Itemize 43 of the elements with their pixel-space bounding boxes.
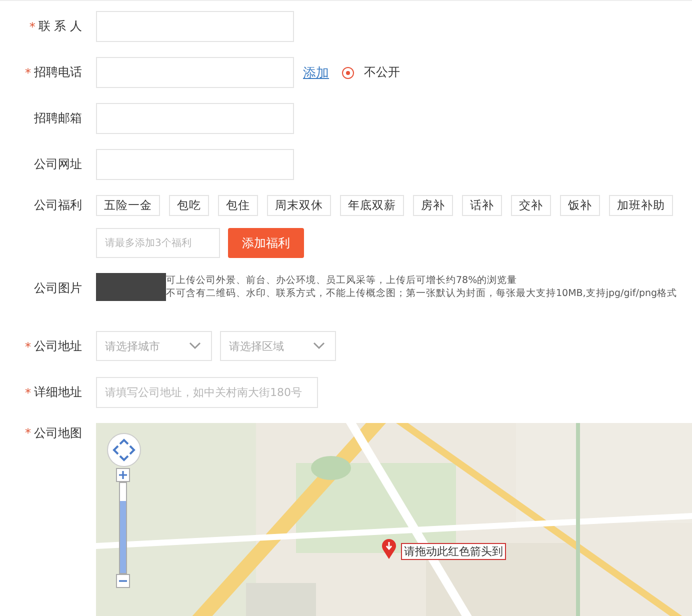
field-label: 公司地址 [34,338,82,355]
input-field[interactable] [96,149,294,180]
hint-text: 可上传公司外景、前台、办公环境、员工风采等，上传后可增长约78%的浏览量 [166,274,518,287]
zoom-slider[interactable] [119,482,127,574]
zoom-in-button[interactable] [116,468,130,482]
field-label: 公司网址 [34,156,82,173]
field-label: 公司图片 [34,280,82,296]
map-pin-icon[interactable] [381,538,397,560]
radio-button[interactable] [342,66,354,78]
field-label: 公司地图 [34,424,82,442]
input-field[interactable] [96,11,294,42]
hint-text: 不可含有二维码、水印、联系方式，不能上传概念图；第一张默认为封面，每张最大支持10MB,支持jpg/gif/png格式 [166,287,678,300]
benefit-tag[interactable]: 房补 [413,195,453,216]
plus-icon [118,470,128,480]
benefit-input[interactable]: 请最多添加3个福利 [96,228,220,258]
required-mark: * [25,386,31,400]
field-label: 招聘邮箱 [34,110,82,127]
chevron-down-icon [189,342,201,350]
required-mark: * [25,66,31,80]
radio-label: 不公开 [364,64,400,81]
benefit-tag[interactable]: 包吃 [169,195,209,216]
input-field[interactable] [96,57,294,88]
benefit-tag[interactable]: 话补 [462,195,502,216]
required-mark: * [25,340,31,354]
benefit-tag[interactable]: 年底双薪 [340,195,404,216]
field-label: 联 系 人 [38,18,82,35]
benefit-tag[interactable]: 包住 [218,195,258,216]
benefit-tag[interactable]: 饭补 [560,195,600,216]
input-field[interactable] [96,103,294,134]
field-label: 公司福利 [34,196,82,214]
benefit-tag[interactable]: 交补 [511,195,551,216]
chevron-down-icon [313,342,325,350]
field-label: 详细地址 [34,384,82,401]
required-mark: * [25,426,31,440]
required-mark: * [29,20,36,34]
benefit-tag[interactable]: 加班补助 [609,195,673,216]
add-link[interactable]: 添加 [303,64,329,82]
zoom-out-button[interactable] [116,574,130,588]
benefit-tag[interactable]: 周末双休 [267,195,331,216]
field-label: 招聘电话 [34,64,82,81]
map-callout: 请拖动此红色箭头到 [401,543,506,560]
input-field[interactable]: 请填写公司地址，如中关村南大街180号 [96,377,318,408]
benefit-tag[interactable]: 五险一金 [96,195,160,216]
